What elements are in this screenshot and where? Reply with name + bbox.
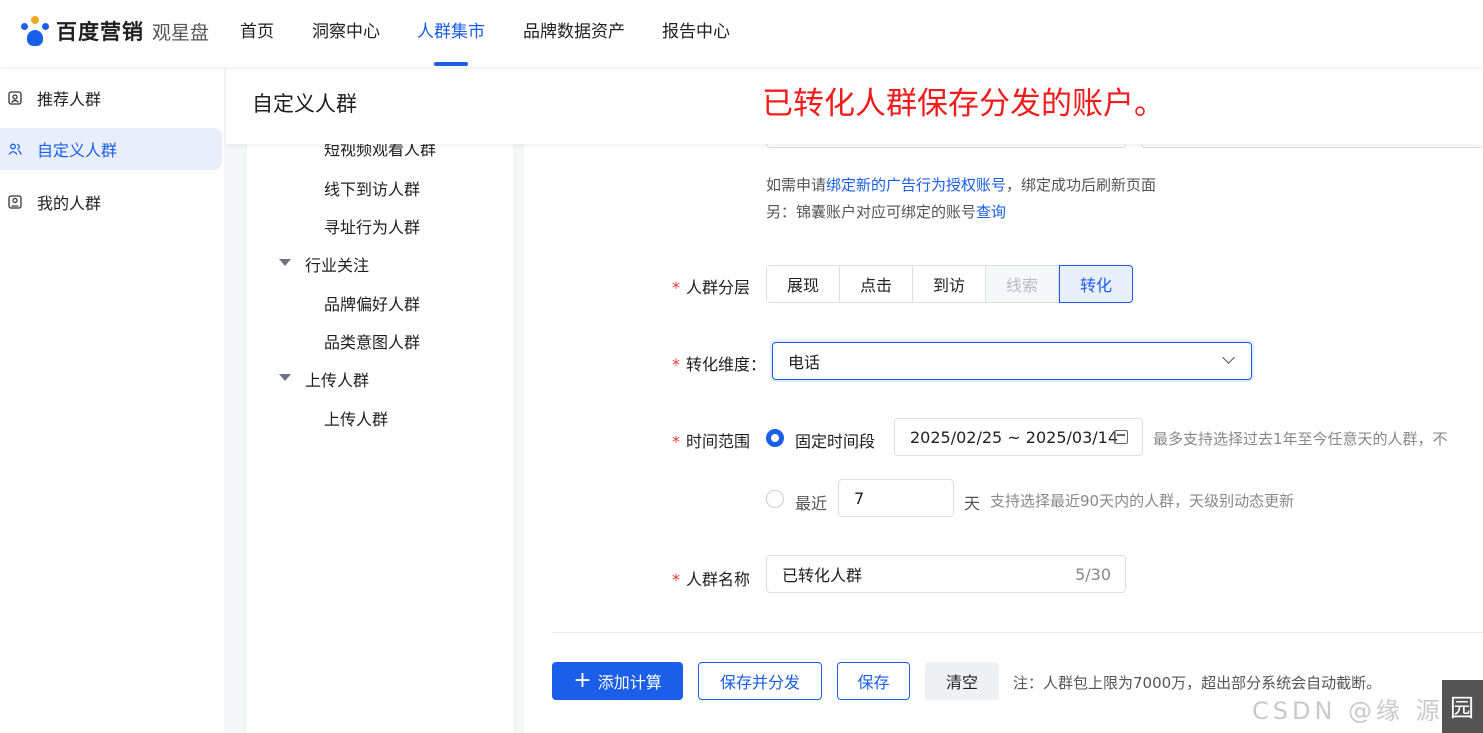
recent-days-value: 7 <box>854 488 865 508</box>
my-group-icon <box>8 195 22 209</box>
time-range-label: * 时间范围 <box>672 432 751 451</box>
tree-item-address-behavior[interactable]: 寻址行为人群 <box>324 214 420 238</box>
date-range-value: 2025/02/25 ~ 2025/03/14 <box>910 427 1119 447</box>
recent-hint: 支持选择最近90天内的人群，天级别动态更新 <box>990 492 1295 510</box>
layer-conversion[interactable]: 转化 <box>1059 265 1133 303</box>
sidebar-item-my-audiences[interactable]: 我的人群 <box>0 181 222 223</box>
fixed-period-label[interactable]: 固定时间段 <box>795 428 875 452</box>
baidu-marketing-logo-icon <box>18 14 52 48</box>
layer-click[interactable]: 点击 <box>840 266 913 302</box>
query-link[interactable]: 查询 <box>976 203 1006 221</box>
sidebar: 推荐人群 自定义人群 我的人群 <box>0 67 224 733</box>
nav-home[interactable]: 首页 <box>240 17 274 42</box>
dimension-label: * 转化维度： <box>672 355 767 374</box>
plus-icon: + <box>573 668 592 693</box>
brand-logo[interactable]: 百度营销 观星盘 <box>18 14 209 48</box>
fixed-period-hint: 最多支持选择过去1年至今任意天的人群，不 <box>1153 430 1448 448</box>
caret-down-icon[interactable] <box>279 259 291 266</box>
recent-label[interactable]: 最近 <box>795 490 827 514</box>
brand-name: 百度营销 <box>56 20 144 44</box>
tree-item-offline-visit[interactable]: 线下到访人群 <box>324 176 420 200</box>
chevron-down-icon <box>1222 351 1235 364</box>
layer-label: * 人群分层 <box>672 278 751 297</box>
csdn-watermark: CSDN @缘 源 <box>1252 697 1444 725</box>
nav-active-indicator <box>434 62 468 66</box>
date-range-input[interactable]: 2025/02/25 ~ 2025/03/14 <box>894 418 1143 456</box>
layer-lead: 线索 <box>986 266 1059 302</box>
dimension-select[interactable]: 电话 <box>772 342 1252 380</box>
caret-down-icon[interactable] <box>279 374 291 381</box>
audience-name-input[interactable]: 已转化人群 5/30 <box>766 555 1126 593</box>
top-nav: 百度营销 观星盘 首页 洞察中心 人群集市 品牌数据资产 报告中心 <box>0 0 1483 67</box>
sidebar-item-label: 推荐人群 <box>37 90 102 109</box>
sidebar-item-label: 我的人群 <box>37 194 102 213</box>
save-button[interactable]: 保存 <box>837 662 910 700</box>
nav-report-center[interactable]: 报告中心 <box>662 17 730 42</box>
sidebar-item-label: 自定义人群 <box>37 141 118 160</box>
nav-insight-center[interactable]: 洞察中心 <box>312 17 380 42</box>
screenshot-annotation: 已转化人群保存分发的账户。 <box>762 86 1165 122</box>
layer-visit[interactable]: 到访 <box>913 266 986 302</box>
radio-recent[interactable] <box>766 490 784 508</box>
category-tree: 短视频观看人群 线下到访人群 寻址行为人群 行业关注 品牌偏好人群 品类意图人群… <box>247 140 513 733</box>
tree-group-upload[interactable]: 上传人群 <box>305 367 369 391</box>
users-icon <box>8 143 22 155</box>
bind-account-link[interactable]: 绑定新的广告行为授权账号 <box>826 176 1006 194</box>
audience-name-value: 已转化人群 <box>782 566 863 585</box>
nav-brand-data-assets[interactable]: 品牌数据资产 <box>523 17 625 42</box>
layer-impression[interactable]: 展现 <box>767 266 840 302</box>
dimension-value: 电话 <box>788 353 821 372</box>
days-unit: 天 <box>964 494 981 513</box>
add-calculation-button[interactable]: + 添加计算 <box>552 662 683 700</box>
save-and-distribute-button[interactable]: 保存并分发 <box>698 662 822 700</box>
watermark-badge: 园 <box>1442 680 1483 733</box>
clear-button[interactable]: 清空 <box>925 662 999 700</box>
size-limit-note: 注：人群包上限为7000万，超出部分系统会自动截断。 <box>1013 674 1382 692</box>
product-name: 观星盘 <box>152 21 210 44</box>
tree-group-industry[interactable]: 行业关注 <box>305 252 369 276</box>
page-title: 自定义人群 <box>252 92 357 116</box>
layer-segmented-control: 展现 点击 到访 线索 转化 <box>766 265 1133 303</box>
recent-days-input[interactable]: 7 <box>838 479 954 517</box>
calendar-icon <box>1114 430 1128 444</box>
tree-item-upload[interactable]: 上传人群 <box>324 406 388 430</box>
radio-fixed-period[interactable] <box>766 429 784 447</box>
char-counter: 5/30 <box>1075 565 1111 584</box>
audience-form: 如需申请绑定新的广告行为授权账号，绑定成功后刷新页面 另：锦囊账户对应可绑定的账… <box>524 134 1483 733</box>
form-divider <box>552 632 1483 633</box>
bind-account-hint: 如需申请绑定新的广告行为授权账号，绑定成功后刷新页面 <box>766 176 1157 194</box>
sidebar-item-custom[interactable]: 自定义人群 <box>0 128 222 170</box>
sidebar-item-recommended[interactable]: 推荐人群 <box>0 77 222 119</box>
tree-item-category-intent[interactable]: 品类意图人群 <box>324 329 420 353</box>
nav-audience-market[interactable]: 人群集市 <box>417 17 485 42</box>
recommend-icon <box>8 91 22 105</box>
audience-name-label: * 人群名称 <box>672 570 751 589</box>
page-header: 自定义人群 已转化人群保存分发的账户。 <box>226 67 1483 144</box>
tree-item-brand-preference[interactable]: 品牌偏好人群 <box>324 291 420 315</box>
query-account-hint: 另：锦囊账户对应可绑定的账号查询 <box>766 203 1007 221</box>
